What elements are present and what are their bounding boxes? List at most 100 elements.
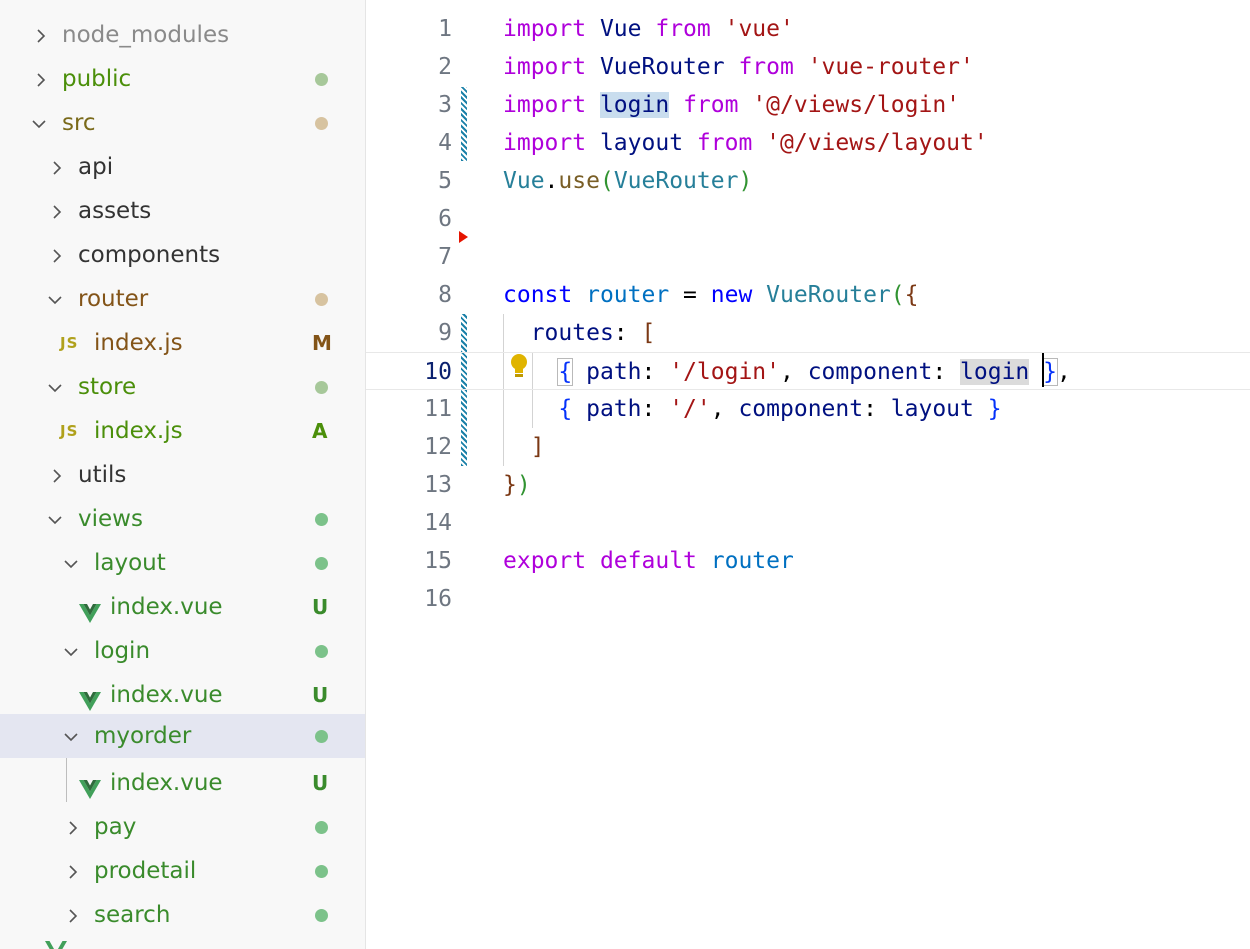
tree-item-label: components (78, 242, 221, 268)
tree-item-myorder[interactable]: myorder (0, 714, 365, 758)
code-token: use (558, 168, 600, 194)
code-token: 'vue-router' (807, 54, 974, 80)
code-editor[interactable]: 1 import Vue from 'vue' 2 import VueRouter … (366, 0, 1250, 949)
code-line[interactable]: 7 (366, 238, 1250, 276)
chevron-down-icon (62, 728, 80, 746)
code-line[interactable]: 9 routes: [ (366, 314, 1250, 352)
tree-item-label: index.vue (110, 682, 223, 708)
code-token: : (932, 359, 961, 385)
tree-item-label: layout (94, 550, 166, 576)
code-token: router (710, 548, 794, 574)
tree-item-views[interactable]: views (0, 497, 365, 541)
tree-item-utils[interactable]: utils (0, 453, 365, 497)
tree-item-label: api (78, 154, 114, 180)
code-token: routes (530, 320, 614, 346)
code-line[interactable]: 4 import layout from '@/views/layout' (366, 124, 1250, 162)
code-token: } (503, 472, 517, 498)
tree-item-router[interactable]: router (0, 277, 365, 321)
tree-item-public[interactable]: public (0, 57, 365, 101)
tree-item-store[interactable]: store (0, 365, 365, 409)
code-line[interactable]: 6 (366, 200, 1250, 238)
line-number: 3 (438, 92, 452, 118)
code-token: path (586, 359, 642, 385)
code-line[interactable]: 16 (366, 580, 1250, 618)
tree-item-prodetail[interactable]: prodetail (0, 849, 365, 893)
tree-item-label: prodetail (94, 858, 197, 884)
code-line[interactable]: 8 const router = new VueRouter({ (366, 276, 1250, 314)
git-status-badge: M (312, 331, 332, 355)
code-token: ) (516, 472, 531, 498)
code-line[interactable]: 10 { path: '/login', component: login }, (366, 352, 1250, 390)
code-token: import (503, 92, 587, 118)
code-token: { (558, 396, 573, 422)
tree-item-node-modules[interactable]: node_modules (0, 13, 365, 57)
chevron-right-icon (48, 159, 66, 177)
code-token: 'vue' (724, 16, 794, 42)
code-line[interactable]: 11 { path: '/', component: layout } (366, 390, 1250, 428)
git-status-dot (315, 73, 328, 86)
code-token: VueRouter (599, 54, 725, 80)
tree-item-login-index-vue[interactable]: index.vue U (0, 673, 365, 717)
code-token: : (613, 320, 642, 346)
code-token: ( (890, 282, 905, 308)
code-line[interactable]: 12 ] (366, 428, 1250, 466)
code-token: from (683, 92, 739, 118)
code-line[interactable]: 13}) (366, 466, 1250, 504)
code-text: import VueRouter from 'vue-router' (503, 48, 974, 86)
code-token: Vue (599, 16, 642, 42)
tree-item-label: public (62, 66, 132, 92)
tree-item-pay[interactable]: pay (0, 805, 365, 849)
code-line[interactable]: 2 import VueRouter from 'vue-router' (366, 48, 1250, 86)
tree-item-layout-index-vue[interactable]: index.vue U (0, 585, 365, 629)
git-status-dot (315, 730, 328, 743)
tree-item-login[interactable]: login (0, 629, 365, 673)
lightbulb-icon[interactable] (508, 352, 530, 380)
git-status-dot (315, 821, 328, 834)
code-token: [ (641, 320, 656, 346)
git-status-dot (315, 557, 328, 570)
tree-item-assets[interactable]: assets (0, 189, 365, 233)
code-token: '/login' (669, 359, 780, 385)
code-text: const router = new VueRouter({ (503, 276, 919, 314)
code-line[interactable]: 15 export default router (366, 542, 1250, 580)
tree-item-search[interactable]: search (0, 893, 365, 937)
chevron-right-icon (64, 907, 82, 925)
code-token: : (641, 359, 670, 385)
line-number: 14 (424, 510, 452, 536)
line-number: 5 (438, 168, 452, 194)
tree-item-layout[interactable]: layout (0, 541, 365, 585)
code-token: login (960, 359, 1030, 385)
tree-item-myorder-index-vue[interactable]: index.vue U (0, 761, 365, 805)
code-token: : (641, 396, 670, 422)
chevron-down-icon (30, 115, 48, 133)
tree-item-src[interactable]: src (0, 101, 365, 145)
code-line[interactable]: 3 import login from '@/views/login' (366, 86, 1250, 124)
tree-item-api[interactable]: api (0, 145, 365, 189)
code-line[interactable]: 5 Vue.use(VueRouter) (366, 162, 1250, 200)
line-number: 2 (438, 54, 452, 80)
code-line[interactable]: 14 (366, 504, 1250, 542)
code-token: layout (599, 130, 684, 156)
tree-item-router-index-js[interactable]: JS index.js M (0, 321, 365, 365)
tree-item-components[interactable]: components (0, 233, 365, 277)
chevron-right-icon (32, 71, 50, 89)
tree-item-label: myorder (94, 723, 192, 749)
code-token: import (503, 130, 587, 156)
line-number: 13 (424, 472, 452, 498)
git-status-dot (315, 381, 328, 394)
code-text: Vue.use(VueRouter) (503, 162, 752, 200)
code-token: ] (530, 434, 545, 460)
code-line[interactable]: 1 import Vue from 'vue' (366, 10, 1250, 48)
line-number: 1 (438, 16, 452, 42)
tree-item-store-index-js[interactable]: JS index.js A (0, 409, 365, 453)
tree-item-label: index.vue (110, 594, 223, 620)
code-token: VueRouter (766, 282, 891, 308)
